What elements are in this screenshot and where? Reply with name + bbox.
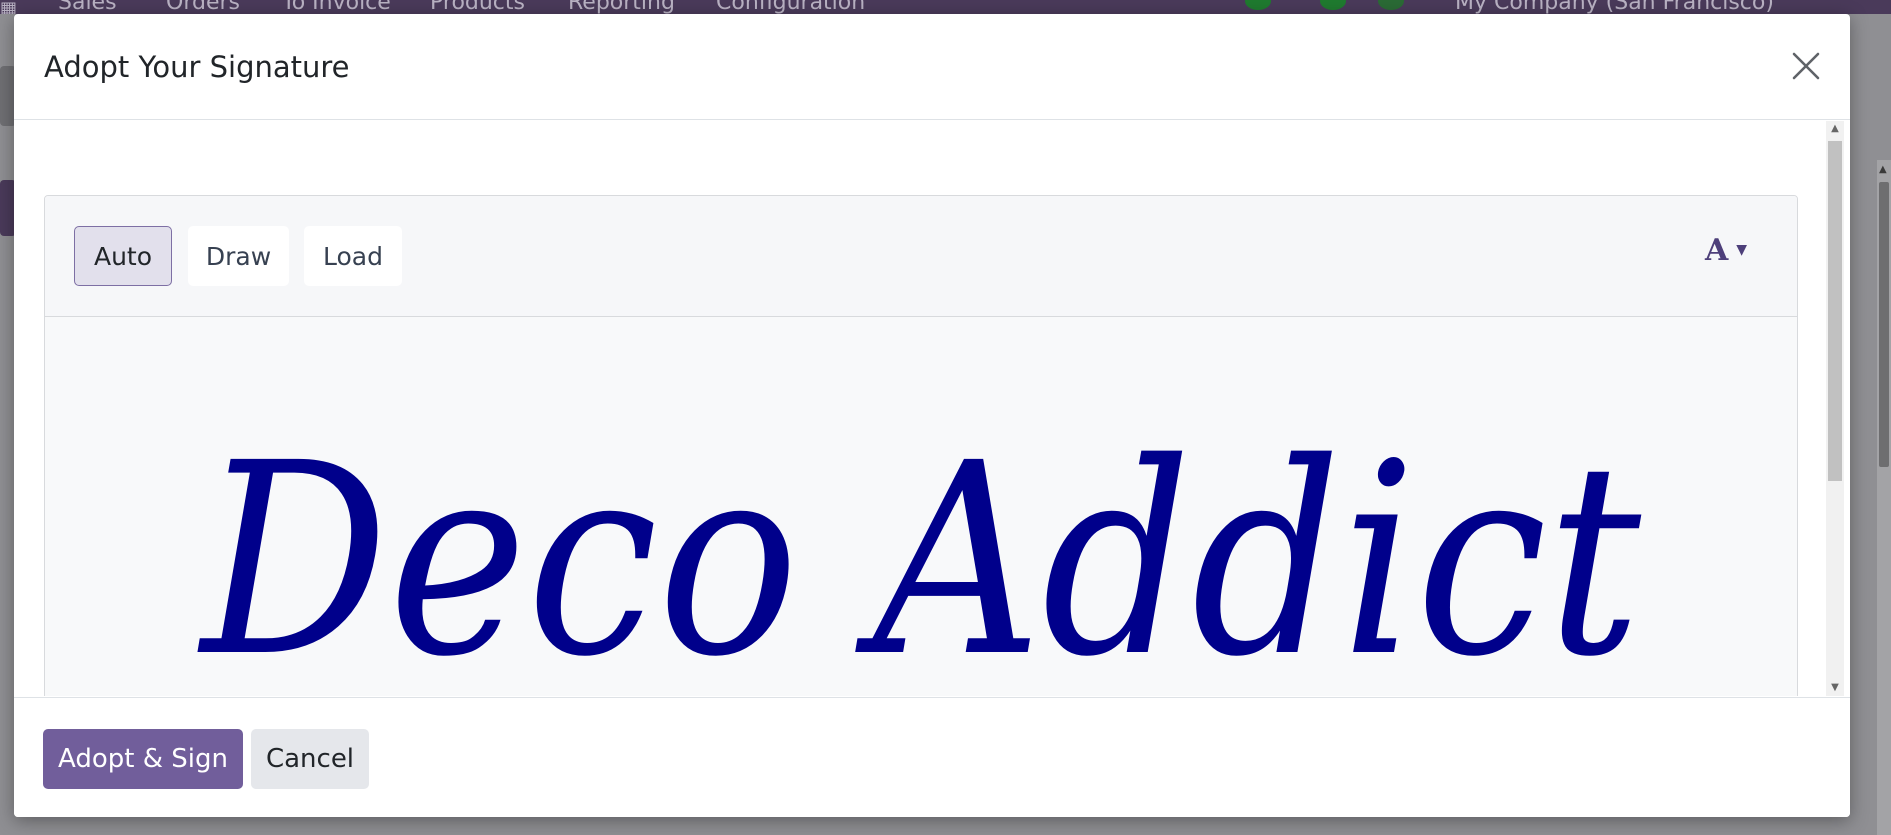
page-scrollbar-thumb — [1879, 182, 1889, 467]
nav-configuration: Configuration — [716, 0, 866, 14]
adopt-and-sign-button[interactable]: Adopt & Sign — [43, 729, 243, 789]
font-selector-toggle[interactable]: A ▼ — [1705, 230, 1747, 270]
signature-toolbar: Auto Draw Load A ▼ — [45, 196, 1797, 317]
status-icon — [1245, 0, 1271, 10]
adopt-signature-dialog: Adopt Your Signature Auto Draw Load A ▼ … — [14, 14, 1850, 817]
dialog-scrollbar-thumb[interactable] — [1828, 141, 1842, 481]
nav-sales: Sales — [58, 0, 117, 14]
signature-panel: Auto Draw Load A ▼ Deco Addict — [44, 195, 1798, 696]
dialog-scrollbar[interactable]: ▲ ▼ — [1826, 121, 1844, 696]
nav-reporting: Reporting — [568, 0, 675, 14]
dialog-header: Adopt Your Signature — [14, 14, 1850, 120]
chat-icon — [1320, 0, 1346, 10]
close-icon[interactable] — [1788, 48, 1824, 84]
mode-load-button[interactable]: Load — [304, 226, 402, 286]
top-navbar: ▦ Sales Orders To Invoice Products Repor… — [0, 0, 1891, 14]
mode-auto-button[interactable]: Auto — [74, 226, 172, 286]
dialog-body: Auto Draw Load A ▼ Deco Addict ▲ ▼ — [14, 121, 1850, 696]
signature-canvas[interactable]: Deco Addict — [45, 317, 1797, 696]
nav-products: Products — [430, 0, 525, 14]
font-icon: A — [1704, 232, 1729, 268]
signature-text: Deco Addict — [197, 407, 1642, 696]
activity-icon — [1378, 0, 1404, 10]
scroll-up-icon[interactable]: ▲ — [1829, 123, 1841, 135]
scroll-down-icon[interactable]: ▼ — [1829, 682, 1841, 694]
mode-draw-button[interactable]: Draw — [188, 226, 289, 286]
dialog-title: Adopt Your Signature — [44, 50, 350, 84]
signature-drawing: Deco Addict — [197, 407, 1642, 696]
caret-down-icon: ▼ — [1736, 242, 1747, 258]
nav-to-invoice: To Invoice — [282, 0, 391, 14]
cancel-button[interactable]: Cancel — [251, 729, 369, 789]
dialog-footer: Adopt & Sign Cancel — [14, 697, 1850, 817]
company-switcher: My Company (San Francisco) — [1455, 0, 1774, 14]
apps-menu-icon: ▦ — [0, 0, 18, 14]
page-scrollbar: ▲ — [1877, 160, 1891, 835]
nav-orders: Orders — [166, 0, 240, 14]
scroll-up-icon: ▲ — [1879, 164, 1887, 175]
